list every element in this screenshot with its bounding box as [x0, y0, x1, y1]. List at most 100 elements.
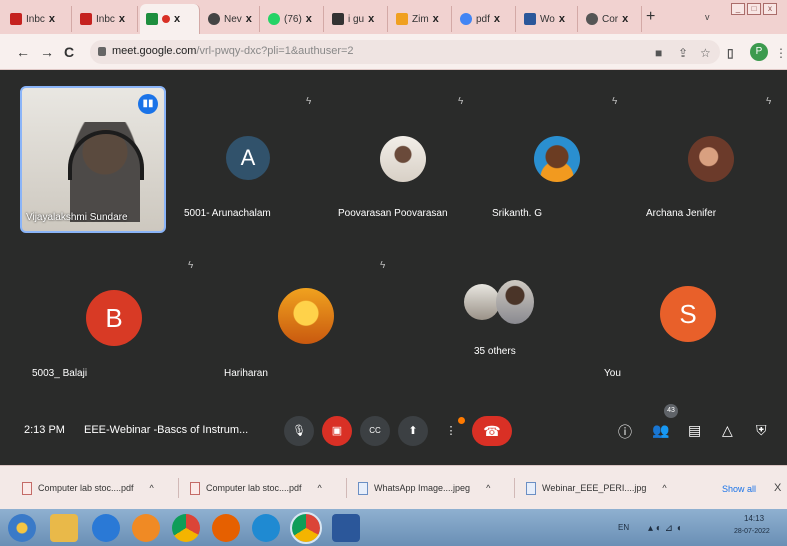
media-player-icon[interactable] — [132, 514, 160, 542]
tab-label: pdf — [476, 13, 490, 25]
download-item[interactable]: WhatsApp Image....jpeg ^ — [358, 476, 490, 500]
browser-tab[interactable]: Nev x — [202, 6, 260, 32]
side-panel-icon[interactable]: ▯ — [727, 46, 734, 60]
tab-close-icon[interactable]: x — [49, 13, 55, 25]
image-file-icon — [358, 481, 368, 495]
mic-off-icon: ϟ — [612, 96, 618, 107]
browser-tab[interactable]: Inbc x — [4, 6, 72, 32]
clock-date[interactable]: 28-07-2022 — [734, 528, 770, 535]
tray-icons[interactable]: ▴ ◐ ⊿ ◖ — [648, 523, 682, 534]
participant-name: 5003_ Balaji — [32, 368, 88, 379]
mic-off-icon: ϟ — [306, 96, 312, 107]
download-item[interactable]: Computer lab stoc....pdf ^ — [22, 476, 154, 500]
download-item[interactable]: Computer lab stoc....pdf ^ — [190, 476, 322, 500]
tab-label: Inbc — [96, 13, 115, 25]
browser-tab[interactable]: (76) x — [262, 6, 324, 32]
profile-avatar[interactable]: P — [750, 43, 768, 61]
browser-tab[interactable]: Zim x — [390, 6, 452, 32]
participant-photo — [380, 136, 426, 182]
edge-icon[interactable] — [252, 514, 280, 542]
browser-tab[interactable]: Cor x — [580, 6, 642, 32]
maximize-window-icon[interactable]: □ — [747, 3, 761, 15]
show-all-link[interactable]: Show all — [722, 484, 756, 494]
chrome-icon[interactable] — [172, 514, 200, 542]
page-icon — [586, 13, 598, 25]
start-button[interactable] — [8, 514, 36, 542]
close-window-icon[interactable]: x — [763, 3, 777, 15]
tab-close-icon[interactable]: x — [174, 13, 180, 25]
meet-icon — [146, 13, 158, 25]
firefox-icon[interactable] — [212, 514, 240, 542]
meet-grid: ▮▮ Vijayalakshmi Sundare ϟ ϟ ϟ ϟ A 5001-… — [0, 70, 787, 465]
people-count-badge: 43 — [664, 404, 678, 418]
chevron-up-icon[interactable]: ^ — [662, 483, 666, 493]
tab-close-icon[interactable]: x — [494, 13, 500, 25]
word-icon[interactable] — [332, 514, 360, 542]
tab-label: Inbc — [26, 13, 45, 25]
clock-time[interactable]: 14:13 — [744, 514, 764, 523]
tab-close-icon[interactable]: x — [622, 13, 628, 25]
present-screen-button[interactable]: ⬆ — [398, 416, 428, 446]
share-icon[interactable]: ⇪ — [678, 46, 688, 60]
language-indicator[interactable]: EN — [618, 523, 629, 532]
tab-close-icon[interactable]: x — [368, 13, 374, 25]
tab-close-icon[interactable]: x — [119, 13, 125, 25]
participant-name: Hariharan — [224, 368, 268, 379]
url-text[interactable]: meet.google.com/vrl-pwqy-dxc?pli=1&authu… — [112, 45, 354, 57]
browser-tab[interactable]: Inbc x — [74, 6, 138, 32]
gmail-icon — [80, 13, 92, 25]
browser-tab-active[interactable]: x — [140, 4, 200, 34]
chrome-active-icon[interactable] — [290, 512, 322, 544]
minimize-window-icon[interactable]: _ — [731, 3, 745, 15]
back-icon[interactable]: ← — [16, 44, 30, 60]
tab-close-icon[interactable]: x — [559, 13, 565, 25]
divider — [346, 478, 347, 498]
tab-close-icon[interactable]: x — [433, 13, 439, 25]
captions-button[interactable]: CC — [360, 416, 390, 446]
activities-icon[interactable]: △ — [722, 422, 733, 439]
participant-photo — [534, 136, 580, 182]
speaking-indicator-icon: ▮▮ — [138, 94, 158, 114]
file-explorer-icon[interactable] — [50, 514, 78, 542]
browser-tab-strip: Inbc x Inbc x x Nev x (76) x i gu x Zim … — [0, 0, 787, 34]
address-bar[interactable]: meet.google.com/vrl-pwqy-dxc?pli=1&authu… — [90, 40, 720, 64]
tab-close-icon[interactable]: x — [306, 13, 312, 25]
menu-kebab-icon[interactable]: ⋮ — [775, 46, 787, 60]
camera-off-button[interactable]: ▣ — [322, 416, 352, 446]
new-tab-button[interactable]: + — [646, 8, 655, 26]
mic-off-icon: ϟ — [766, 96, 772, 107]
mic-off-icon: ϟ — [458, 96, 464, 107]
camera-indicator-icon[interactable]: ■ — [655, 46, 662, 60]
tab-label: i gu — [348, 13, 365, 25]
microphone-button[interactable]: 🎙 — [284, 416, 314, 446]
chevron-up-icon[interactable]: ^ — [150, 483, 154, 493]
zim-icon — [396, 13, 408, 25]
internet-explorer-icon[interactable] — [92, 514, 120, 542]
participant-photo — [278, 288, 334, 344]
host-controls-icon[interactable]: ⛨ — [756, 422, 767, 439]
browser-tab[interactable]: Wo x — [518, 6, 578, 32]
download-item[interactable]: Webinar_EEE_PERI....jpg ^ — [526, 476, 667, 500]
tab-label: Zim — [412, 13, 429, 25]
forward-icon[interactable]: → — [40, 44, 54, 60]
people-icon[interactable]: 👥 — [652, 422, 669, 439]
browser-tab[interactable]: i gu x — [326, 6, 388, 32]
download-filename: Webinar_EEE_PERI....jpg — [542, 483, 647, 493]
participant-name: Archana Jenifer — [646, 208, 717, 219]
tab-search-icon[interactable]: v — [705, 12, 710, 22]
bookmark-star-icon[interactable]: ☆ — [700, 46, 711, 60]
close-download-bar-icon[interactable]: X — [774, 482, 781, 494]
reload-icon[interactable]: C — [64, 44, 74, 60]
meeting-details-icon[interactable]: ⓘ — [618, 422, 632, 442]
chevron-up-icon[interactable]: ^ — [318, 483, 322, 493]
chat-icon[interactable]: ▤ — [688, 422, 701, 439]
tab-close-icon[interactable]: x — [246, 13, 252, 25]
google-icon — [460, 13, 472, 25]
chevron-up-icon[interactable]: ^ — [486, 483, 490, 493]
participant-photo — [688, 136, 734, 182]
self-video-tile[interactable]: ▮▮ Vijayalakshmi Sundare — [20, 86, 166, 233]
participant-photo — [496, 280, 534, 324]
leave-call-button[interactable]: ☎ — [472, 416, 512, 446]
browser-tab[interactable]: pdf x — [454, 6, 516, 32]
pdf-file-icon — [190, 481, 200, 495]
